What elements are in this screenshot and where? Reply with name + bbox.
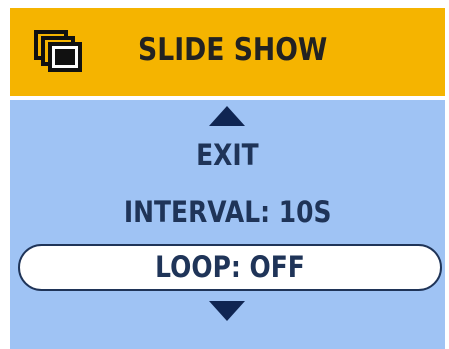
- menu-panel: EXIT INTERVAL: 10S LOOP: OFF: [10, 100, 445, 349]
- menu-item-exit[interactable]: EXIT: [10, 138, 445, 172]
- arrow-down-icon[interactable]: [209, 301, 245, 321]
- slideshow-stack-icon: [34, 30, 82, 72]
- menu-item-interval[interactable]: INTERVAL: 10S: [10, 195, 445, 229]
- arrow-up-icon[interactable]: [209, 106, 245, 126]
- camera-screen: SLIDE SHOW EXIT INTERVAL: 10S LOOP: OFF: [0, 0, 449, 349]
- menu-item-label: EXIT: [196, 138, 259, 172]
- menu-item-label: INTERVAL: 10S: [123, 195, 332, 229]
- menu-item-loop-selected[interactable]: LOOP: OFF: [18, 244, 442, 291]
- page-title: SLIDE SHOW: [138, 32, 328, 68]
- menu-item-label: LOOP: OFF: [155, 250, 305, 284]
- header-bar: SLIDE SHOW: [10, 8, 445, 96]
